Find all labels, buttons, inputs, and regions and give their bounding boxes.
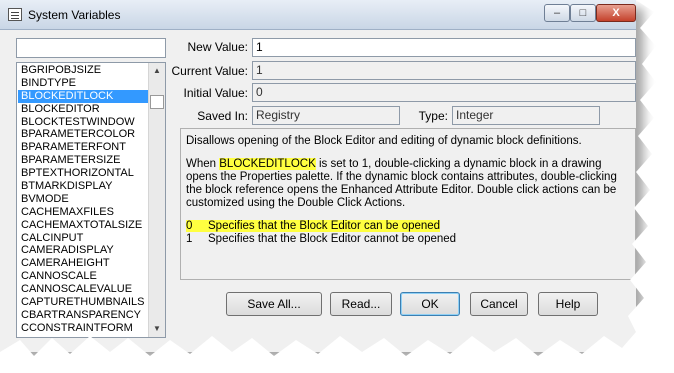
torn-edge-decoration [0,0,674,373]
